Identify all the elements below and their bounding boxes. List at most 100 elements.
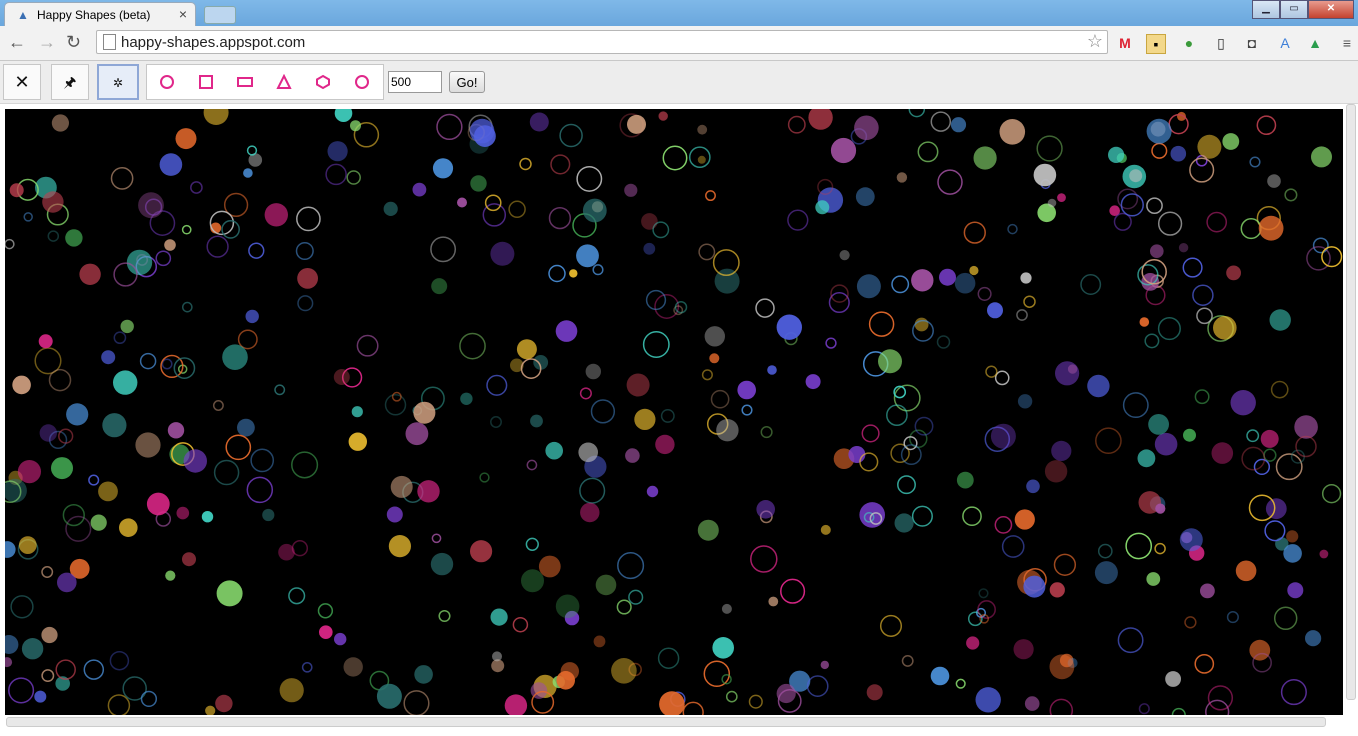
extension-screen-icon[interactable]: ▪ [1146, 34, 1166, 54]
happy-shape [57, 572, 77, 593]
reload-icon[interactable]: ↻ [66, 32, 81, 53]
drive-icon[interactable]: ▲ [1306, 34, 1324, 52]
shapes-canvas[interactable] [5, 109, 1343, 715]
happy-shape [8, 677, 35, 704]
go-button[interactable]: Go! [449, 71, 485, 93]
gmail-icon[interactable]: M [1116, 34, 1134, 52]
happy-shape [987, 302, 1003, 319]
happy-shape [246, 476, 274, 504]
phone-icon[interactable]: ▯ [1212, 34, 1230, 52]
pin-button[interactable]: 🖈 [51, 64, 89, 100]
happy-shape [1321, 246, 1343, 268]
happy-shape [716, 419, 739, 442]
ring-shape-button[interactable] [342, 65, 381, 99]
happy-shape [710, 389, 730, 409]
vertical-scrollbar[interactable] [1346, 104, 1356, 700]
happy-shape [65, 515, 92, 542]
circle-icon [159, 75, 174, 89]
happy-shape [173, 357, 196, 379]
pocket-icon[interactable]: ◘ [1243, 34, 1261, 52]
happy-shape [521, 569, 544, 593]
happy-shape [41, 566, 54, 578]
shape-count-input[interactable] [388, 71, 442, 93]
happy-shape [201, 511, 214, 523]
omnibar: ← → ↻ happy-shapes.appspot.com ☆ M ▪ ● ▯… [0, 26, 1358, 61]
happy-shape [698, 243, 716, 261]
happy-shape [327, 141, 348, 162]
menu-icon[interactable]: ≡ [1338, 34, 1356, 52]
maximize-button[interactable]: ▭ [1280, 0, 1308, 19]
happy-shape [737, 380, 756, 400]
minimize-button[interactable]: ▁ [1252, 0, 1280, 19]
happy-shape [704, 326, 725, 347]
happy-shape [593, 635, 606, 648]
happy-shape [1235, 560, 1257, 582]
happy-shape [1033, 163, 1057, 187]
square-shape-button[interactable] [186, 65, 225, 99]
happy-shape [1141, 273, 1160, 291]
square-icon [198, 75, 213, 89]
happy-shape [1137, 449, 1156, 468]
happy-shape [705, 190, 716, 202]
happy-shape [348, 432, 367, 451]
clear-button[interactable]: ✕ [3, 64, 41, 100]
triangle-shape-button[interactable] [264, 65, 303, 99]
happy-shape [1023, 295, 1036, 308]
happy-shape [48, 368, 72, 392]
bookmark-star-icon[interactable]: ☆ [1087, 31, 1103, 52]
happy-shape [237, 329, 258, 350]
happy-shape [457, 197, 467, 208]
happy-shape [1222, 133, 1240, 150]
happy-shape [5, 635, 19, 654]
happy-shape [1263, 448, 1277, 462]
happy-shape [390, 475, 413, 498]
tab-happy-shapes[interactable]: ▲ Happy Shapes (beta) × [4, 2, 196, 26]
happy-shape [555, 594, 580, 619]
happy-shape [1194, 389, 1210, 405]
happy-shape [914, 317, 929, 332]
happy-shape [908, 109, 926, 118]
happy-shape [1154, 432, 1178, 456]
happy-shape [659, 691, 685, 715]
happy-shape [878, 349, 902, 374]
happy-shape [1016, 309, 1028, 321]
happy-shape [1184, 616, 1197, 629]
happy-shape [559, 123, 583, 148]
happy-shape [182, 552, 196, 567]
happy-shape [88, 474, 100, 486]
evernote-icon[interactable]: ● [1180, 34, 1198, 52]
forward-arrow-icon[interactable]: → [38, 32, 56, 53]
spinner-button[interactable]: ✲ [97, 64, 139, 100]
happy-shape [1001, 535, 1025, 558]
happy-shape [12, 375, 31, 395]
happy-shape [17, 460, 41, 484]
happy-shape [1264, 520, 1286, 542]
happy-shape [190, 181, 203, 194]
happy-shape [278, 543, 295, 561]
happy-shape [5, 541, 16, 558]
happy-shape [51, 457, 73, 480]
back-arrow-icon[interactable]: ← [8, 32, 26, 53]
tab-close-icon[interactable]: × [179, 6, 187, 22]
horizontal-scrollbar[interactable] [6, 717, 1326, 727]
happy-shape [486, 374, 508, 396]
happy-shape [1179, 528, 1203, 552]
happy-shape [1249, 156, 1261, 168]
happy-shape [38, 334, 53, 349]
rectangle-shape-button[interactable] [225, 65, 264, 99]
happy-shape [854, 115, 879, 141]
address-bar[interactable]: happy-shapes.appspot.com ☆ [96, 30, 1108, 54]
window-close-button[interactable]: ✕ [1308, 0, 1354, 19]
happy-shape [1286, 530, 1299, 543]
happy-shape [383, 201, 398, 216]
circle-shape-button[interactable] [147, 65, 186, 99]
happy-shape [119, 518, 138, 537]
happy-shape [391, 391, 402, 402]
new-tab-button[interactable] [204, 6, 236, 24]
happy-shape [66, 403, 89, 426]
happy-shape [660, 408, 675, 423]
happy-shape [529, 112, 549, 132]
hexagon-shape-button[interactable] [303, 65, 342, 99]
translate-icon[interactable]: A [1276, 34, 1294, 52]
happy-shape [1273, 606, 1298, 631]
